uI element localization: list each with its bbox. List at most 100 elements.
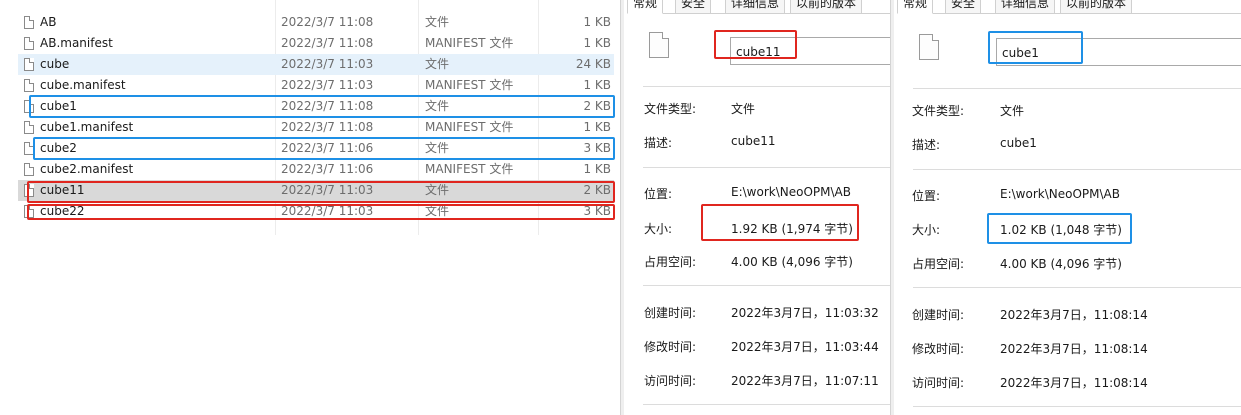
- file-name: cube: [40, 57, 70, 71]
- file-size: 2 KB: [583, 99, 611, 113]
- value-modified: 2022年3月7日，11:08:14: [1000, 342, 1148, 356]
- value-location: E:\work\NeoOPM\AB: [731, 185, 851, 199]
- file-row-ab[interactable]: AB 2022/3/7 11:08 文件 1 KB: [18, 12, 614, 33]
- label-description: 描述:: [644, 136, 673, 150]
- name-field[interactable]: cube11: [730, 37, 900, 65]
- label-modified: 修改时间:: [912, 342, 965, 356]
- file-name: AB.manifest: [40, 36, 113, 50]
- value-disk-size: 4.00 KB (4,096 字节): [731, 255, 853, 269]
- tab-security[interactable]: 安全: [675, 0, 712, 14]
- label-location: 位置:: [644, 187, 673, 201]
- value-created: 2022年3月7日，11:08:14: [1000, 308, 1148, 322]
- file-size: 1 KB: [583, 15, 611, 29]
- file-size: 2 KB: [583, 183, 611, 197]
- tab-security[interactable]: 安全: [945, 0, 982, 14]
- file-icon: [24, 16, 34, 29]
- file-type: 文件: [425, 57, 450, 71]
- file-row-cube22[interactable]: cube22 2022/3/7 11:03 文件 3 KB: [18, 201, 614, 222]
- separator: [913, 88, 1241, 89]
- tab-details[interactable]: 详细信息: [995, 0, 1056, 14]
- file-date: 2022/3/7 11:06: [281, 162, 374, 176]
- file-type: 文件: [425, 99, 450, 113]
- panel-shadow: [891, 0, 894, 415]
- file-name: cube2: [40, 141, 77, 155]
- file-name: cube1: [40, 99, 77, 113]
- file-icon: [24, 58, 34, 71]
- file-date: 2022/3/7 11:08: [281, 15, 374, 29]
- file-name: cube2.manifest: [40, 162, 134, 176]
- file-type: MANIFEST 文件: [425, 120, 514, 134]
- file-row-cube2-manifest[interactable]: cube2.manifest 2022/3/7 11:06 MANIFEST 文…: [18, 159, 614, 180]
- label-size: 大小:: [644, 222, 673, 236]
- separator: [913, 287, 1241, 288]
- file-icon: [24, 184, 34, 197]
- file-name: cube11: [40, 183, 85, 197]
- value-size: 1.92 KB (1,974 字节): [731, 222, 853, 236]
- name-field-value: cube11: [736, 45, 781, 59]
- file-date: 2022/3/7 11:03: [281, 183, 374, 197]
- separator: [643, 285, 890, 286]
- properties-panel-cube11: 常规 安全 详细信息 以前的版本 cube11 文件类型: 文件 描述: cub…: [620, 0, 900, 415]
- file-row-cube[interactable]: cube 2022/3/7 11:03 文件 24 KB: [18, 54, 614, 75]
- label-location: 位置:: [912, 189, 941, 203]
- value-file-type: 文件: [1000, 104, 1025, 118]
- file-row-cube11[interactable]: cube11 2022/3/7 11:03 文件 2 KB: [18, 180, 614, 201]
- file-size: 3 KB: [583, 141, 611, 155]
- tab-previous-versions[interactable]: 以前的版本: [790, 0, 863, 14]
- panel-shadow: [621, 0, 624, 415]
- file-row-cube2[interactable]: cube2 2022/3/7 11:06 文件 3 KB: [18, 138, 614, 159]
- value-location: E:\work\NeoOPM\AB: [1000, 187, 1120, 201]
- file-large-icon: [919, 34, 939, 60]
- tab-general[interactable]: 常规: [627, 0, 664, 14]
- value-description: cube1: [1000, 136, 1037, 150]
- file-name: cube22: [40, 204, 85, 218]
- label-created: 创建时间:: [912, 308, 965, 322]
- file-type: 文件: [425, 204, 450, 218]
- file-large-icon: [649, 32, 669, 58]
- file-date: 2022/3/7 11:06: [281, 141, 374, 155]
- file-date: 2022/3/7 11:03: [281, 57, 374, 71]
- value-description: cube11: [731, 134, 776, 148]
- file-row-cube1-manifest[interactable]: cube1.manifest 2022/3/7 11:08 MANIFEST 文…: [18, 117, 614, 138]
- label-modified: 修改时间:: [644, 340, 697, 354]
- file-icon: [24, 37, 34, 50]
- name-field[interactable]: cube1: [996, 38, 1241, 66]
- tab-general[interactable]: 常规: [897, 0, 934, 14]
- label-file-type: 文件类型:: [644, 102, 697, 116]
- file-date: 2022/3/7 11:03: [281, 204, 374, 218]
- file-type: MANIFEST 文件: [425, 36, 514, 50]
- file-icon: [24, 121, 34, 134]
- separator: [643, 86, 890, 87]
- tab-details[interactable]: 详细信息: [725, 0, 786, 14]
- file-name: cube.manifest: [40, 78, 126, 92]
- file-row-cube1[interactable]: cube1 2022/3/7 11:08 文件 2 KB: [18, 96, 614, 117]
- file-icon: [24, 100, 34, 113]
- file-size: 1 KB: [583, 36, 611, 50]
- properties-panel-cube1: 常规 安全 详细信息 以前的版本 cube1 文件类型: 文件 描述: cube…: [890, 0, 1241, 415]
- file-row-cube-manifest[interactable]: cube.manifest 2022/3/7 11:03 MANIFEST 文件…: [18, 75, 614, 96]
- value-accessed: 2022年3月7日，11:08:14: [1000, 376, 1148, 390]
- separator: [643, 404, 890, 405]
- file-name: AB: [40, 15, 57, 29]
- separator: [913, 169, 1241, 170]
- file-size: 3 KB: [583, 204, 611, 218]
- file-type: MANIFEST 文件: [425, 162, 514, 176]
- label-description: 描述:: [912, 138, 941, 152]
- file-date: 2022/3/7 11:08: [281, 99, 374, 113]
- file-icon: [24, 163, 34, 176]
- value-file-type: 文件: [731, 102, 756, 116]
- file-type: 文件: [425, 15, 450, 29]
- file-list: AB 2022/3/7 11:08 文件 1 KB AB.manifest 20…: [0, 0, 620, 415]
- tab-previous-versions[interactable]: 以前的版本: [1060, 0, 1133, 14]
- label-created: 创建时间:: [644, 306, 697, 320]
- separator: [913, 406, 1241, 407]
- file-row-ab-manifest[interactable]: AB.manifest 2022/3/7 11:08 MANIFEST 文件 1…: [18, 33, 614, 54]
- file-type: 文件: [425, 141, 450, 155]
- label-disk-size: 占用空间:: [644, 255, 697, 269]
- value-disk-size: 4.00 KB (4,096 字节): [1000, 257, 1122, 271]
- value-modified: 2022年3月7日，11:03:44: [731, 340, 879, 354]
- file-icon: [24, 205, 34, 218]
- file-name: cube1.manifest: [40, 120, 134, 134]
- name-field-value: cube1: [1002, 46, 1039, 60]
- label-accessed: 访问时间:: [912, 376, 965, 390]
